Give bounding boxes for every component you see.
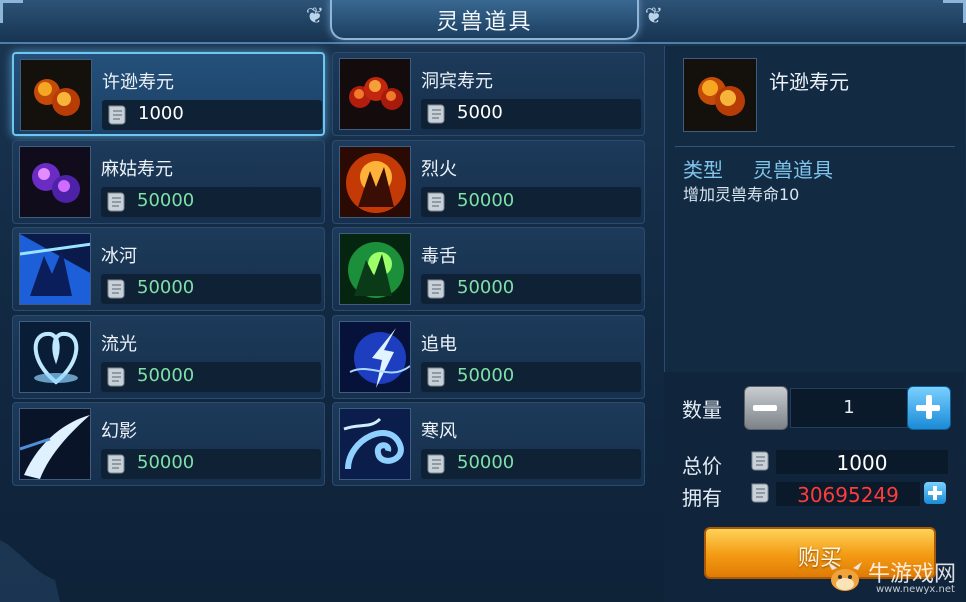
- item-price-bar: 50000: [421, 274, 641, 304]
- owned-amount-value: 30695249: [797, 483, 899, 507]
- item-name: 追电: [421, 333, 457, 355]
- right-swirl-icon: ❦: [644, 4, 664, 29]
- corner-decoration: [0, 540, 60, 602]
- item-cell[interactable]: 麻姑寿元 50000: [12, 139, 325, 224]
- item-price: 50000: [457, 277, 515, 298]
- item-cell[interactable]: 寒风 50000: [332, 402, 645, 486]
- item-price: 50000: [137, 364, 195, 386]
- poison-claw-icon: [339, 233, 411, 305]
- total-label: 总价: [682, 454, 722, 478]
- detail-type-label: 类型: [683, 158, 723, 182]
- lightning-icon: [339, 320, 411, 393]
- quantity-label: 数量: [682, 398, 722, 422]
- fire-orbs-icon: [683, 58, 757, 132]
- item-cell[interactable]: 追电 50000: [332, 314, 645, 399]
- item-name: 麻姑寿元: [101, 158, 173, 180]
- item-name: 幻影: [101, 421, 137, 442]
- add-currency-button[interactable]: [924, 482, 946, 504]
- ice-claw-icon: [19, 233, 91, 305]
- item-price-bar: 50000: [421, 361, 641, 392]
- item-price: 50000: [457, 189, 515, 211]
- fire-orbs-icon: [20, 59, 92, 131]
- item-price: 5000: [457, 102, 503, 123]
- item-name: 冰河: [101, 246, 137, 267]
- detail-item-name: 许逊寿元: [769, 70, 849, 94]
- silver-scroll-icon: [423, 189, 449, 215]
- silver-scroll-icon: [423, 451, 449, 477]
- silver-scroll-icon: [104, 102, 130, 128]
- item-price: 50000: [137, 189, 195, 211]
- silver-scroll-icon: [103, 364, 129, 390]
- item-cell[interactable]: 许逊寿元 1000: [12, 52, 325, 136]
- item-price-bar: 50000: [101, 361, 321, 392]
- page-title: 灵兽道具: [436, 10, 533, 35]
- item-price-bar: 50000: [101, 186, 321, 217]
- item-price: 1000: [138, 103, 184, 124]
- item-price-bar: 1000: [102, 100, 322, 130]
- item-name: 毒舌: [421, 246, 457, 267]
- item-cell[interactable]: 洞宾寿元 5000: [332, 52, 645, 136]
- item-price: 50000: [457, 452, 515, 473]
- item-cell[interactable]: 毒舌 50000: [332, 227, 645, 311]
- item-price: 50000: [137, 452, 195, 473]
- item-name: 洞宾寿元: [421, 71, 493, 92]
- owned-label: 拥有: [682, 486, 722, 510]
- item-cell[interactable]: 冰河 50000: [12, 227, 325, 311]
- silver-scroll-icon: [423, 364, 449, 390]
- item-name: 寒风: [421, 421, 457, 442]
- item-price: 50000: [457, 364, 515, 386]
- quantity-input[interactable]: 1: [790, 388, 908, 428]
- title-plate: ❦ 灵兽道具 ❦: [306, 0, 663, 40]
- item-price-bar: 50000: [101, 274, 321, 304]
- detail-type-value: 灵兽道具: [753, 158, 833, 182]
- purple-orbs-icon: [19, 145, 91, 218]
- silver-scroll-icon: [103, 451, 129, 477]
- quantity-value: 1: [843, 397, 855, 418]
- silver-scroll-icon: [748, 448, 772, 474]
- item-grid: 许逊寿元 1000 洞宾寿元 5000 麻姑寿元 50000 烈火 50000 冰河 50000 毒…: [12, 52, 657, 492]
- item-cell[interactable]: 幻影 50000: [12, 402, 325, 486]
- watermark-url: www.newyx.net: [876, 584, 955, 595]
- red-orbs-icon: [339, 58, 411, 130]
- total-price-value: 1000: [836, 451, 888, 475]
- quantity-plus-button[interactable]: [907, 386, 951, 430]
- shop-panel: ❦ 灵兽道具 ❦ 许逊寿元 1000 洞宾寿元 5000 麻姑寿元 50000 烈火 5000…: [0, 0, 966, 602]
- item-price: 50000: [137, 277, 195, 298]
- item-price-bar: 50000: [101, 449, 321, 479]
- left-swirl-icon: ❦: [305, 4, 325, 29]
- silver-scroll-icon: [103, 276, 129, 302]
- watermark: 牛游戏网 www.newyx.net: [824, 552, 966, 602]
- cold-wind-icon: [339, 408, 411, 480]
- item-name: 烈火: [421, 158, 457, 180]
- total-price-field: 1000: [776, 450, 948, 475]
- item-price-bar: 5000: [421, 99, 641, 129]
- item-detail-panel: 许逊寿元 类型 灵兽道具 增加灵兽寿命10: [664, 46, 965, 372]
- detail-divider: [675, 146, 955, 147]
- silver-scroll-icon: [423, 276, 449, 302]
- item-cell[interactable]: 烈火 50000: [332, 139, 645, 224]
- fire-claw-icon: [339, 145, 411, 218]
- detail-description: 增加灵兽寿命10: [683, 185, 800, 204]
- cow-logo-icon: [828, 562, 862, 591]
- item-name: 许逊寿元: [102, 72, 174, 93]
- corner-ornament-right: [943, 0, 966, 23]
- corner-ornament-left: [0, 0, 23, 23]
- title-bar: ❦ 灵兽道具 ❦: [0, 0, 966, 44]
- phantom-slash-icon: [19, 408, 91, 480]
- item-name: 流光: [101, 333, 137, 355]
- item-cell[interactable]: 流光 50000: [12, 314, 325, 399]
- quantity-minus-button[interactable]: [744, 386, 788, 430]
- silver-scroll-icon: [103, 189, 129, 215]
- item-price-bar: 50000: [421, 186, 641, 217]
- flowing-light-icon: [19, 320, 91, 393]
- silver-scroll-icon: [748, 480, 772, 506]
- owned-amount-field: 30695249: [776, 482, 920, 507]
- item-price-bar: 50000: [421, 449, 641, 479]
- silver-scroll-icon: [423, 101, 449, 127]
